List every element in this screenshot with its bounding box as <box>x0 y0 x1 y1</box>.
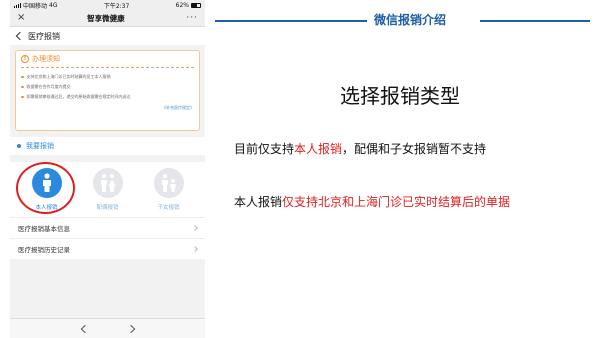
back-chevron-icon[interactable] <box>15 31 25 41</box>
menu-basic-info[interactable]: 医疗报销基本信息 <box>10 217 205 238</box>
battery-percent: 62% <box>175 1 189 9</box>
type-spouse-label: 配偶报销 <box>96 205 119 211</box>
network-text: 4G <box>49 1 58 9</box>
menu-history[interactable]: 医疗报销历史记录 <box>10 238 205 259</box>
couple-icon <box>92 168 123 198</box>
status-bar: 中国移动 4G 下午2:37 62% <box>10 0 205 10</box>
menu-basic-info-label: 医疗报销基本信息 <box>18 225 70 233</box>
section-bullet-icon <box>17 144 21 148</box>
header-rule-right <box>480 20 590 22</box>
reimbursement-type-selector: 本人报销 配偶报销 子女报销 <box>10 162 205 217</box>
type-spouse-option[interactable]: 配偶报销 <box>83 162 133 217</box>
mini-program-title: 智享微健康 <box>87 13 125 23</box>
section-header: 我要报销 <box>10 137 205 155</box>
wechat-title-bar: × 智享微健康 ··· <box>10 10 205 27</box>
more-icon[interactable]: ··· <box>186 13 198 23</box>
signal-group: 中国移动 4G <box>14 1 57 10</box>
phone-screenshot: 中国移动 4G 下午2:37 62% × 智享微健康 ··· 医疗报销 ! 办理… <box>10 0 205 338</box>
bullet-icon <box>21 85 24 89</box>
description-line-1: 目前仅支持本人报销，配偶和子女报销暂不支持 <box>234 140 486 157</box>
description-line-2: 本人报销仅支持北京和上海门诊已实时结算后的单据 <box>234 193 510 210</box>
type-children-label: 子女报销 <box>157 205 180 211</box>
battery-icon <box>191 2 201 8</box>
chevron-right-icon <box>192 225 198 231</box>
browser-bottom-nav <box>10 318 205 338</box>
line2-highlight: 仅支持北京和上海门诊已实时结算后的单据 <box>282 195 511 209</box>
back-arrow-icon[interactable] <box>80 324 89 333</box>
self-person-icon <box>31 168 62 198</box>
clock-text: 下午2:37 <box>103 2 130 10</box>
bullet-icon <box>21 75 24 79</box>
notice-item-text: 收据需在合作月度内提交 <box>26 84 71 89</box>
regulation-link[interactable]: 《补充医疗规定》 <box>21 105 194 111</box>
notice-title: 办理须知 <box>32 55 60 63</box>
signal-icon <box>14 2 21 8</box>
page-title: 医疗报销 <box>28 31 60 41</box>
type-children-option[interactable]: 子女报销 <box>144 162 194 217</box>
slide-header: 微信报销介绍 <box>374 13 447 27</box>
notice-item: 支持北京和上海门诊已实时结算的员工本人报销 <box>21 72 194 82</box>
notice-item: 收据需在合作月度内提交 <box>21 82 194 92</box>
type-self-option[interactable]: 本人报销 <box>22 162 72 217</box>
notice-card: ! 办理须知 支持北京和上海门诊已实时结算的员工本人报销 收据需在合作月度内提交… <box>15 50 200 131</box>
alert-icon: ! <box>21 55 29 63</box>
header-rule-left <box>215 20 367 22</box>
line1-after: ，配偶和子女报销暂不支持 <box>342 142 487 156</box>
notice-item: 如需报销审核通过后，递交的原始收据需在规定时间内送达 <box>21 92 194 102</box>
battery-group: 62% <box>176 2 201 9</box>
slide-title: 选择报销类型 <box>340 84 460 108</box>
notice-list: 支持北京和上海门诊已实时结算的员工本人报销 收据需在合作月度内提交 如需报销审核… <box>21 72 194 102</box>
bullet-icon <box>21 95 24 99</box>
line1-highlight: 本人报销 <box>294 142 343 156</box>
menu-history-label: 医疗报销历史记录 <box>18 246 70 254</box>
notice-item-text: 支持北京和上海门诊已实时结算的员工本人报销 <box>26 74 111 79</box>
family-icon <box>153 168 184 198</box>
line2-before: 本人报销 <box>234 195 283 209</box>
forward-arrow-icon[interactable] <box>126 324 135 333</box>
page-nav-bar: 医疗报销 <box>10 27 205 45</box>
section-title: 我要报销 <box>26 142 54 150</box>
chevron-right-icon <box>192 246 198 252</box>
carrier-text: 中国移动 <box>23 2 48 10</box>
notice-item-text: 如需报销审核通过后，递交的原始收据需在规定时间内送达 <box>26 94 131 99</box>
type-self-label: 本人报销 <box>35 205 58 211</box>
close-icon[interactable]: × <box>17 13 25 23</box>
line1-before: 目前仅支持 <box>234 142 295 156</box>
notice-header: ! 办理须知 <box>21 54 194 68</box>
